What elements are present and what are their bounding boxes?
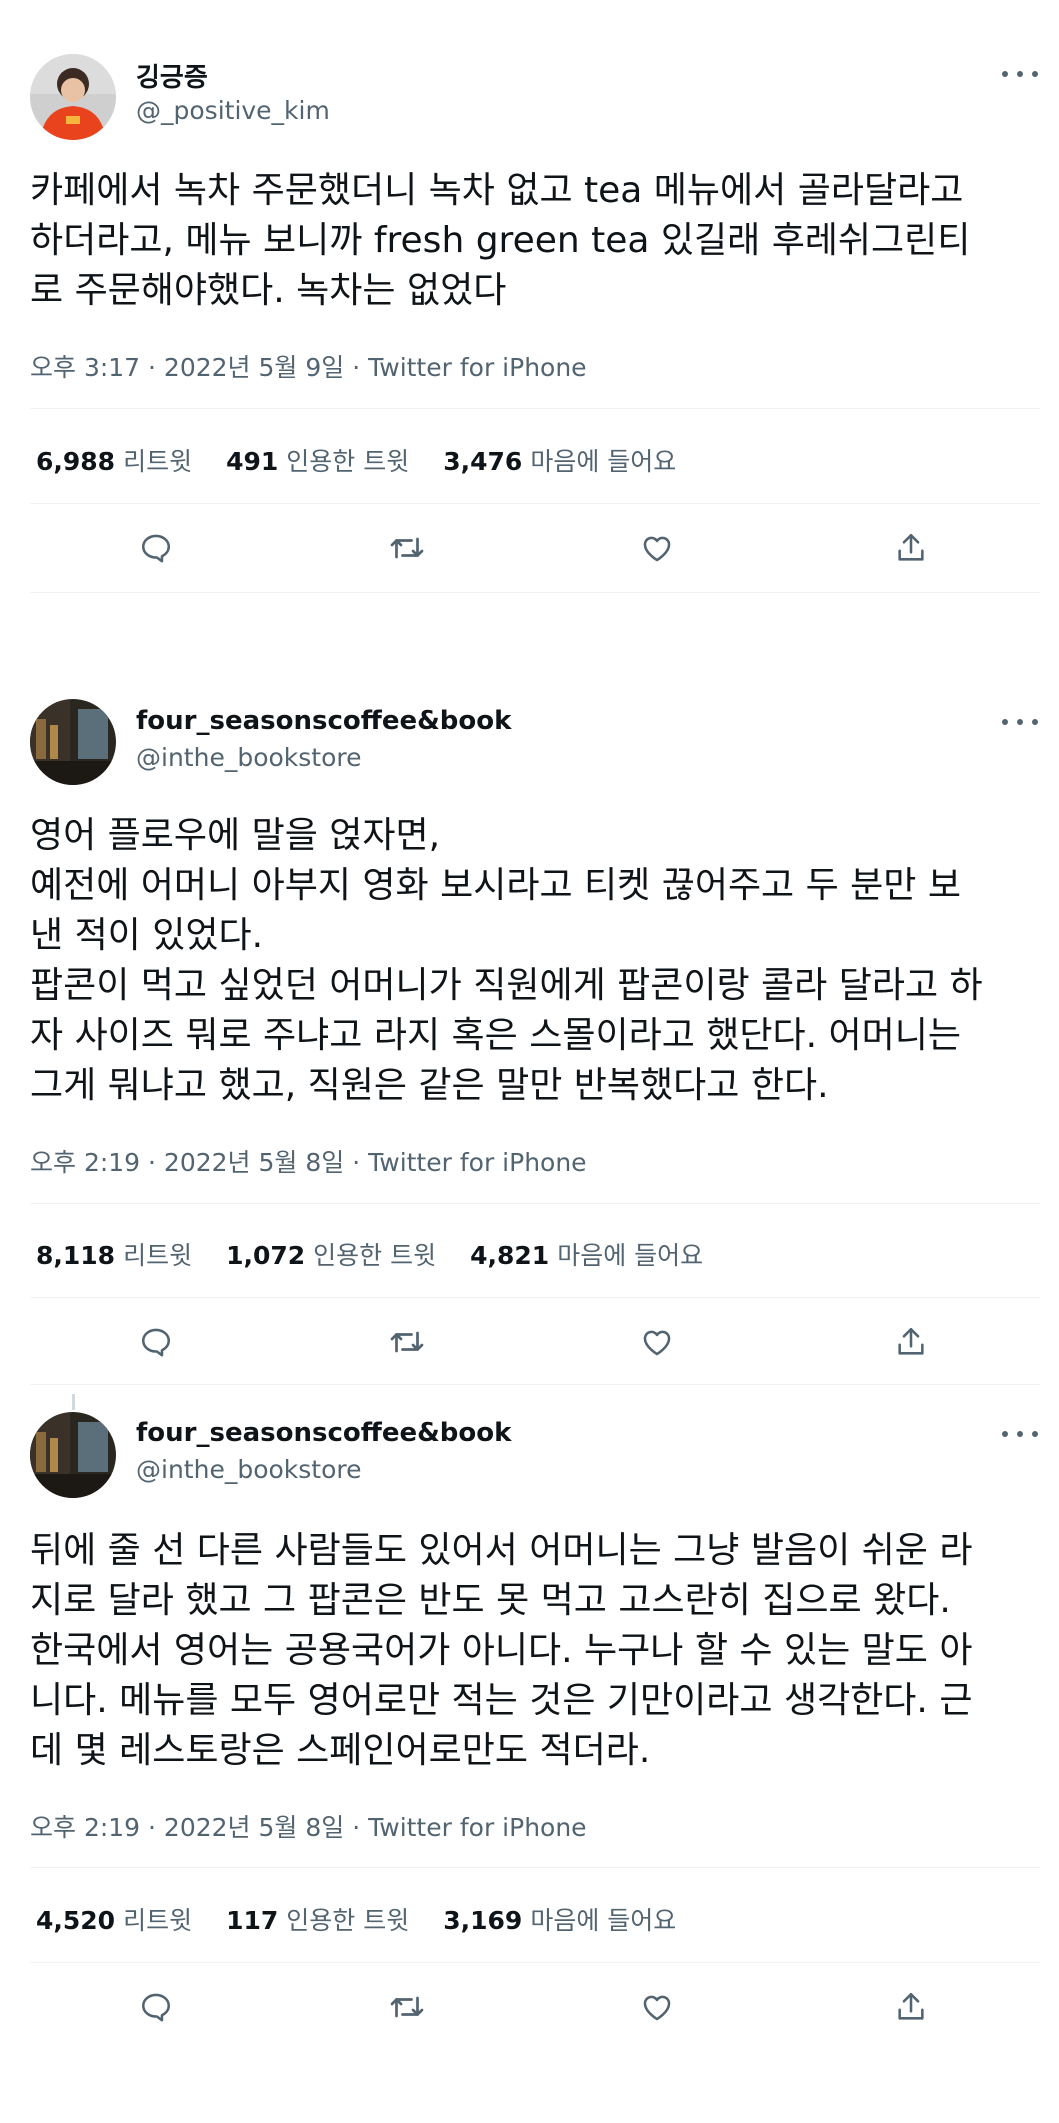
timestamp[interactable]: 오후 2:19 · 2022년 5월 8일 · (30, 1813, 368, 1842)
retweets-label: 리트윗 (123, 1241, 193, 1270)
quotes-stat[interactable]: 117 인용한 트윗 (226, 1901, 409, 1937)
reply-icon[interactable] (136, 1322, 176, 1362)
heart-icon[interactable] (637, 528, 677, 568)
quotes-count: 491 (226, 447, 279, 476)
retweets-label: 리트윗 (123, 447, 193, 476)
tweet-timestamp: 오후 3:17 · 2022년 5월 9일 · Twitter for iPho… (30, 348, 587, 384)
avatar[interactable] (30, 54, 116, 140)
action-bar (0, 1322, 1059, 1362)
client-link[interactable]: Twitter for iPhone (368, 1813, 586, 1842)
likes-label: 마음에 들어요 (530, 1906, 677, 1935)
share-icon[interactable] (891, 528, 931, 568)
reply-icon[interactable] (136, 528, 176, 568)
divider (30, 503, 1040, 504)
user-handle[interactable]: @inthe_bookstore (136, 1455, 362, 1484)
quotes-stat[interactable]: 1,072 인용한 트윗 (226, 1236, 436, 1272)
retweets-count: 6,988 (36, 447, 116, 476)
engagement-stats: 8,118 리트윗 1,072 인용한 트윗 4,821 마음에 들어요 (36, 1236, 737, 1272)
likes-count: 4,821 (470, 1241, 550, 1270)
display-name[interactable]: four_seasonscoffee&book (136, 1418, 511, 1448)
retweet-icon[interactable] (387, 528, 427, 568)
tweet-text: 영어 플로우에 말을 얹자면, 예전에 어머니 아부지 영화 보시라고 티켓 끊… (30, 815, 983, 1106)
retweets-count: 8,118 (36, 1241, 116, 1270)
quotes-label: 인용한 트윗 (313, 1241, 437, 1270)
divider (30, 1962, 1040, 1963)
divider (30, 1867, 1040, 1868)
user-handle[interactable]: @inthe_bookstore (136, 743, 362, 772)
likes-stat[interactable]: 3,169 마음에 들어요 (443, 1901, 676, 1937)
retweets-stat[interactable]: 4,520 리트윗 (36, 1901, 192, 1937)
likes-count: 3,476 (443, 447, 523, 476)
tweet-text: 뒤에 줄 선 다른 사람들도 있어서 어머니는 그냥 발음이 쉬운 라 지로 달… (30, 1530, 973, 1771)
quotes-stat[interactable]: 491 인용한 트윗 (226, 442, 409, 478)
share-icon[interactable] (891, 1322, 931, 1362)
retweets-stat[interactable]: 8,118 리트윗 (36, 1236, 192, 1272)
likes-count: 3,169 (443, 1906, 523, 1935)
divider (30, 1297, 1040, 1298)
thread-connector (72, 1394, 75, 1410)
user-handle[interactable]: @_positive_kim (136, 96, 330, 125)
action-bar (0, 528, 1059, 568)
heart-icon[interactable] (637, 1987, 677, 2027)
retweet-icon[interactable] (387, 1322, 427, 1362)
likes-stat[interactable]: 4,821 마음에 들어요 (470, 1236, 703, 1272)
retweets-label: 리트윗 (123, 1906, 193, 1935)
timestamp[interactable]: 오후 3:17 · 2022년 5월 9일 · (30, 353, 368, 382)
divider (30, 1203, 1040, 1204)
more-icon[interactable] (1002, 64, 1038, 84)
retweets-count: 4,520 (36, 1906, 116, 1935)
engagement-stats: 6,988 리트윗 491 인용한 트윗 3,476 마음에 들어요 (36, 442, 710, 478)
heart-icon[interactable] (637, 1322, 677, 1362)
quotes-count: 1,072 (226, 1241, 306, 1270)
client-link[interactable]: Twitter for iPhone (368, 353, 586, 382)
share-icon[interactable] (891, 1987, 931, 2027)
quotes-count: 117 (226, 1906, 279, 1935)
retweet-icon[interactable] (387, 1987, 427, 2027)
action-bar (0, 1987, 1059, 2027)
display-name[interactable]: four_seasonscoffee&book (136, 706, 511, 736)
divider (30, 408, 1040, 409)
tweet-timestamp: 오후 2:19 · 2022년 5월 8일 · Twitter for iPho… (30, 1808, 587, 1844)
retweets-stat[interactable]: 6,988 리트윗 (36, 442, 192, 478)
more-icon[interactable] (1002, 712, 1038, 732)
more-icon[interactable] (1002, 1424, 1038, 1444)
divider (30, 592, 1040, 593)
likes-label: 마음에 들어요 (557, 1241, 704, 1270)
tweet-text: 카페에서 녹차 주문했더니 녹차 없고 tea 메뉴에서 골라달라고 하더라고,… (30, 170, 971, 311)
divider (30, 1384, 1040, 1385)
tweet-timestamp: 오후 2:19 · 2022년 5월 8일 · Twitter for iPho… (30, 1143, 587, 1179)
engagement-stats: 4,520 리트윗 117 인용한 트윗 3,169 마음에 들어요 (36, 1901, 710, 1937)
avatar[interactable] (30, 1412, 116, 1498)
likes-label: 마음에 들어요 (530, 447, 677, 476)
likes-stat[interactable]: 3,476 마음에 들어요 (443, 442, 676, 478)
avatar[interactable] (30, 699, 116, 785)
quotes-label: 인용한 트윗 (286, 1906, 410, 1935)
quotes-label: 인용한 트윗 (286, 447, 410, 476)
display-name[interactable]: 깅긍증 (136, 57, 208, 94)
reply-icon[interactable] (136, 1987, 176, 2027)
timestamp[interactable]: 오후 2:19 · 2022년 5월 8일 · (30, 1148, 368, 1177)
client-link[interactable]: Twitter for iPhone (368, 1148, 586, 1177)
